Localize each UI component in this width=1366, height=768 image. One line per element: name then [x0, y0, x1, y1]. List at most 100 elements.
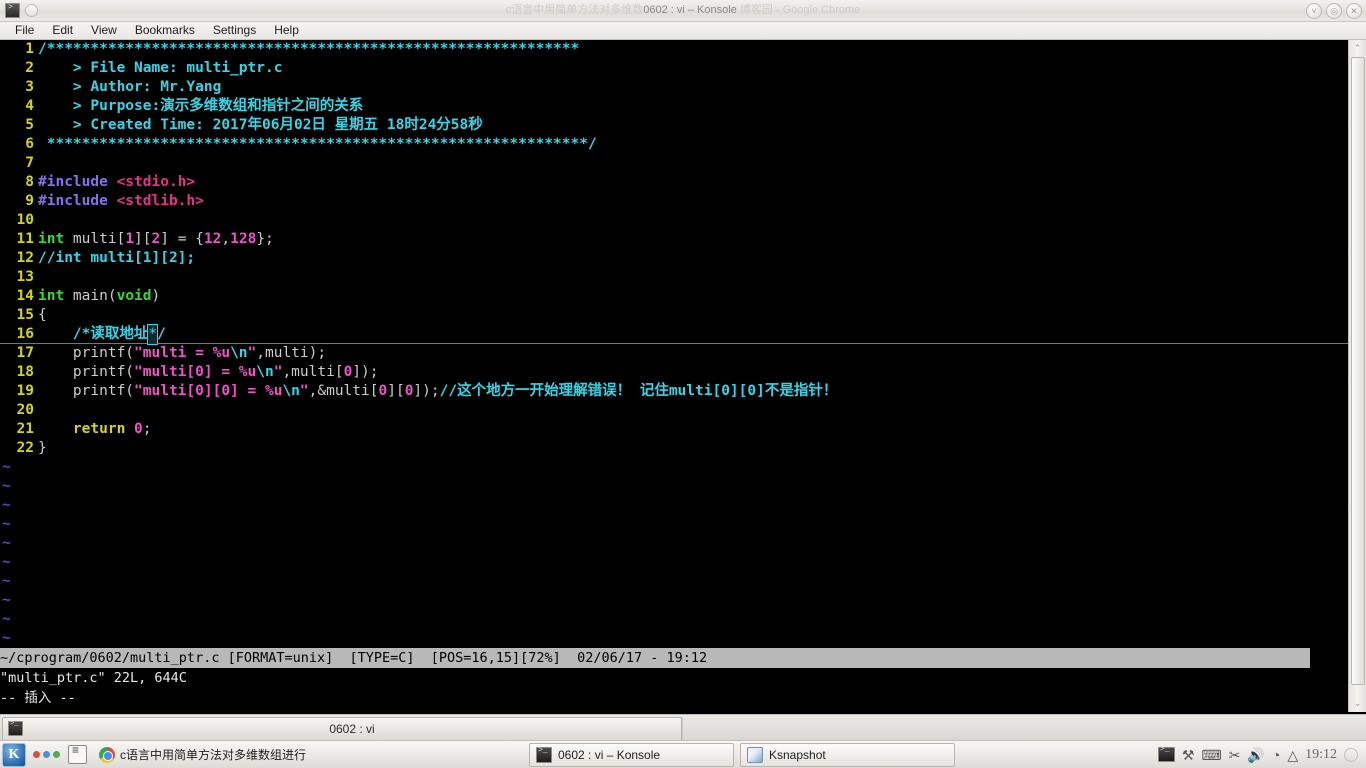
window-controls: ˅ ◎ ✕: [1306, 3, 1362, 19]
code-token: ,&multi[: [308, 383, 379, 399]
line-number: 1: [25, 41, 34, 57]
code-line[interactable]: 10: [0, 211, 1348, 230]
pager-dot-2[interactable]: [43, 751, 50, 758]
code-line[interactable]: 12//int multi[1][2];: [0, 249, 1348, 268]
code-token: > File Name: multi_ptr.c: [38, 60, 283, 76]
taskbar-button-2[interactable]: 0602 : vi – Konsole: [529, 742, 734, 767]
code-token: /: [157, 326, 166, 342]
code-line-text: //int multi[1][2];: [38, 249, 1348, 268]
pager-widget[interactable]: [33, 751, 60, 758]
code-line-text: > Author: Mr.Yang: [38, 78, 1348, 97]
menu-help[interactable]: Help: [265, 22, 308, 39]
code-line-text: [38, 268, 1348, 287]
code-line[interactable]: 1/**************************************…: [0, 40, 1348, 59]
code-token: main(: [64, 288, 117, 304]
code-line-text: /*读取地址*/: [38, 324, 1348, 345]
line-number: 13: [16, 269, 34, 285]
line-number: 6: [25, 136, 34, 152]
ksnapshot-icon: [747, 746, 763, 763]
code-token: ****************************************…: [38, 136, 588, 152]
code-line[interactable]: 7: [0, 154, 1348, 173]
code-token: 2: [151, 231, 161, 247]
tray-scissors-icon[interactable]: ✂: [1229, 748, 1241, 762]
kmenu-label: K: [8, 746, 20, 762]
code-line[interactable]: 20: [0, 401, 1348, 420]
taskbar-button-3[interactable]: Ksnapshot: [740, 742, 955, 767]
minimize-button[interactable]: ˅: [1306, 3, 1322, 19]
menu-edit[interactable]: Edit: [43, 22, 82, 39]
line-number: 11: [16, 231, 34, 247]
code-line[interactable]: 4 > Purpose:演示多维数组和指针之间的关系: [0, 97, 1348, 116]
code-line-text: ****************************************…: [38, 135, 1348, 154]
tray-clock[interactable]: 19:12: [1305, 747, 1337, 763]
tray-wifi-icon[interactable]: ◔: [1272, 748, 1280, 762]
vim-tilde-line: ~: [2, 459, 11, 475]
code-token: void: [116, 288, 152, 304]
menu-bookmarks[interactable]: Bookmarks: [126, 22, 204, 39]
code-token: ****************************************…: [46, 41, 580, 57]
code-line-text: {: [38, 306, 1348, 325]
code-token: //int multi[1][2];: [38, 250, 196, 266]
konsole-tab-label: 0602 : vi: [329, 721, 375, 736]
scrollbar-thumb[interactable]: [1351, 57, 1365, 685]
tray-lock-icon[interactable]: [1344, 747, 1358, 762]
code-line[interactable]: 3 > Author: Mr.Yang: [0, 78, 1348, 97]
window-title-ghost-suffix: 博客园 - Google Chrome: [736, 4, 861, 16]
code-token: #include: [38, 174, 117, 190]
code-line[interactable]: 21 return 0;: [0, 420, 1348, 439]
code-token: \n: [282, 383, 300, 399]
system-tray: ⚒ ⌨ ✂ 🔊 ◔ △ 19:12: [1157, 745, 1366, 763]
terminal-scrollbar[interactable]: ⌃ ⌄: [1348, 40, 1366, 712]
code-line-text: > File Name: multi_ptr.c: [38, 59, 1348, 78]
code-line[interactable]: 13: [0, 268, 1348, 287]
code-token: printf(: [38, 383, 135, 399]
code-line[interactable]: 18 printf("multi[0] = %u\n",multi[0]);: [0, 363, 1348, 382]
tray-tools-icon[interactable]: ⚒: [1182, 748, 1195, 762]
vim-buffer: 1/**************************************…: [0, 40, 1348, 667]
tray-cloud-icon[interactable]: △: [1287, 748, 1298, 762]
code-token: printf(: [38, 345, 135, 361]
scroll-down-icon[interactable]: ⌄: [1350, 696, 1365, 711]
code-token: ] = {: [160, 231, 204, 247]
tray-terminal-icon[interactable]: [1157, 745, 1175, 762]
menu-view[interactable]: View: [82, 22, 126, 39]
code-line[interactable]: 14 int main(void): [0, 287, 1348, 306]
code-token: /: [38, 41, 47, 57]
code-line[interactable]: 17 printf("multi = %u\n",multi);: [0, 344, 1348, 363]
menu-settings[interactable]: Settings: [204, 22, 265, 39]
konsole-terminal[interactable]: 1/**************************************…: [0, 40, 1348, 712]
pager-dot-3[interactable]: [53, 751, 60, 758]
code-line[interactable]: 8 #include <stdio.h>: [0, 173, 1348, 192]
code-line[interactable]: 19 printf("multi[0][0] = %u\n",&multi[0]…: [0, 382, 1348, 401]
kmenu-button[interactable]: K: [2, 742, 26, 767]
code-token: <stdio.h>: [116, 174, 196, 190]
pager-dot-1[interactable]: [33, 751, 40, 758]
code-line[interactable]: 22}: [0, 439, 1348, 458]
menu-file[interactable]: File: [6, 22, 43, 39]
line-number: 22: [16, 440, 34, 456]
vim-tilde-line: ~: [2, 535, 11, 551]
scroll-up-icon[interactable]: ⌃: [1350, 41, 1365, 56]
close-icon: ✕: [1350, 6, 1358, 16]
code-line[interactable]: 6 **************************************…: [0, 135, 1348, 154]
code-line[interactable]: 15{: [0, 306, 1348, 325]
code-line[interactable]: 9 #include <stdlib.h>: [0, 192, 1348, 211]
window-title: c语言中用简单方法对多维数0602 : vi – Konsole 博客园 - G…: [0, 2, 1366, 18]
code-token: 128: [230, 231, 257, 247]
tray-volume-icon[interactable]: 🔊: [1247, 748, 1264, 762]
code-token: <stdlib.h>: [116, 193, 204, 209]
code-line[interactable]: 2 > File Name: multi_ptr.c: [0, 59, 1348, 78]
konsole-tab-active[interactable]: 0602 : vi: [2, 716, 682, 740]
show-desktop-icon[interactable]: [68, 743, 87, 764]
code-token: 0: [378, 383, 388, 399]
code-line[interactable]: 5 > Created Time: 2017年06月02日 星期五 18时24分…: [0, 116, 1348, 135]
tray-keyboard-icon[interactable]: ⌨: [1201, 748, 1221, 762]
code-token: }: [38, 440, 47, 456]
code-line[interactable]: 11 int multi[1][2] = {12,128};: [0, 230, 1348, 249]
maximize-button[interactable]: ◎: [1326, 3, 1342, 19]
code-line[interactable]: 16 /*读取地址*/: [0, 324, 1348, 345]
close-button[interactable]: ✕: [1346, 3, 1362, 19]
taskbar-button-1[interactable]: c语言中用简单方法对多维数组进行: [93, 743, 523, 767]
